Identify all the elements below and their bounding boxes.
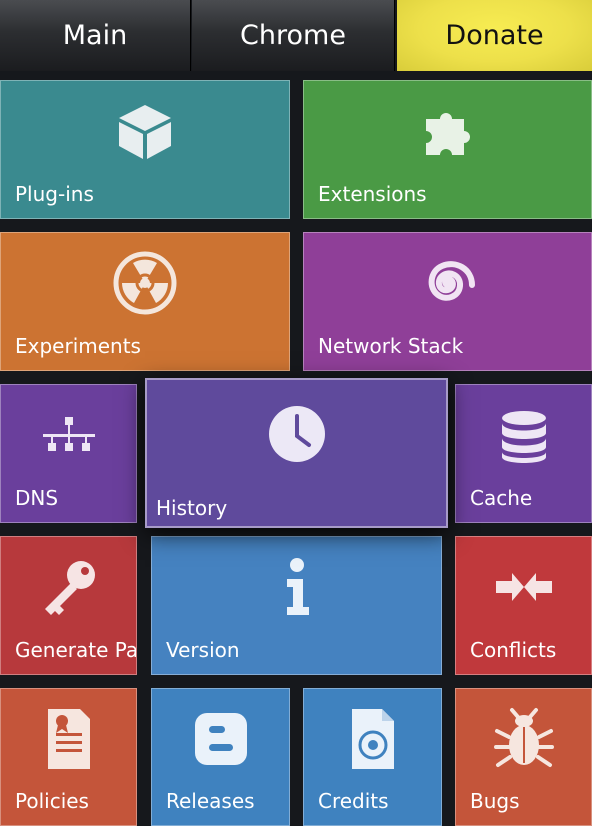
tile-history[interactable]: History [145, 378, 448, 528]
tile-generate-pa[interactable]: Generate Pa [0, 536, 137, 675]
arrows-in-icon [492, 555, 556, 619]
tile-label: DNS [15, 486, 59, 510]
tile-extensions[interactable]: Extensions [303, 80, 592, 219]
key-icon [37, 555, 101, 619]
tile-credits[interactable]: Credits [303, 688, 442, 826]
tile-plugins[interactable]: Plug-ins [0, 80, 290, 219]
certificate-icon [37, 707, 101, 771]
tile-releases[interactable]: Releases [151, 688, 290, 826]
tile-label: Cache [470, 486, 533, 510]
bug-icon [492, 707, 556, 771]
tile-network-stack[interactable]: Network Stack [303, 232, 592, 371]
chrome-tab[interactable]: Chrome [192, 0, 395, 71]
tile-policies[interactable]: Policies [0, 688, 137, 826]
tile-label: Experiments [15, 334, 141, 358]
tile-label: Network Stack [318, 334, 464, 358]
main-tab[interactable]: Main [0, 0, 191, 71]
tile-bugs[interactable]: Bugs [455, 688, 592, 826]
tile-label: Credits [318, 789, 389, 813]
top-navigation: Main Chrome Donate [0, 0, 592, 72]
tile-label: Generate Pa [15, 638, 137, 662]
tile-label: Version [166, 638, 240, 662]
spiral-icon [416, 251, 480, 315]
radiation-icon [113, 251, 177, 315]
chrome-file-icon [341, 707, 405, 771]
tile-label: Bugs [470, 789, 520, 813]
blogger-icon [189, 707, 253, 771]
tile-label: Releases [166, 789, 255, 813]
tile-version[interactable]: Version [151, 536, 442, 675]
tile-conflicts[interactable]: Conflicts [455, 536, 592, 675]
info-icon [265, 555, 329, 619]
cube-icon [113, 99, 177, 163]
tile-experiments[interactable]: Experiments [0, 232, 290, 371]
tile-label: Plug-ins [15, 182, 94, 206]
database-icon [492, 403, 556, 467]
clock-icon [265, 402, 329, 466]
tile-label: Conflicts [470, 638, 557, 662]
tile-dns[interactable]: DNS [0, 384, 137, 523]
tile-label: Extensions [318, 182, 427, 206]
network-icon [37, 403, 101, 467]
tile-label: History [156, 496, 228, 520]
puzzle-icon [416, 99, 480, 163]
tile-label: Policies [15, 789, 89, 813]
tile-cache[interactable]: Cache [455, 384, 592, 523]
donate-button[interactable]: Donate [397, 0, 592, 71]
